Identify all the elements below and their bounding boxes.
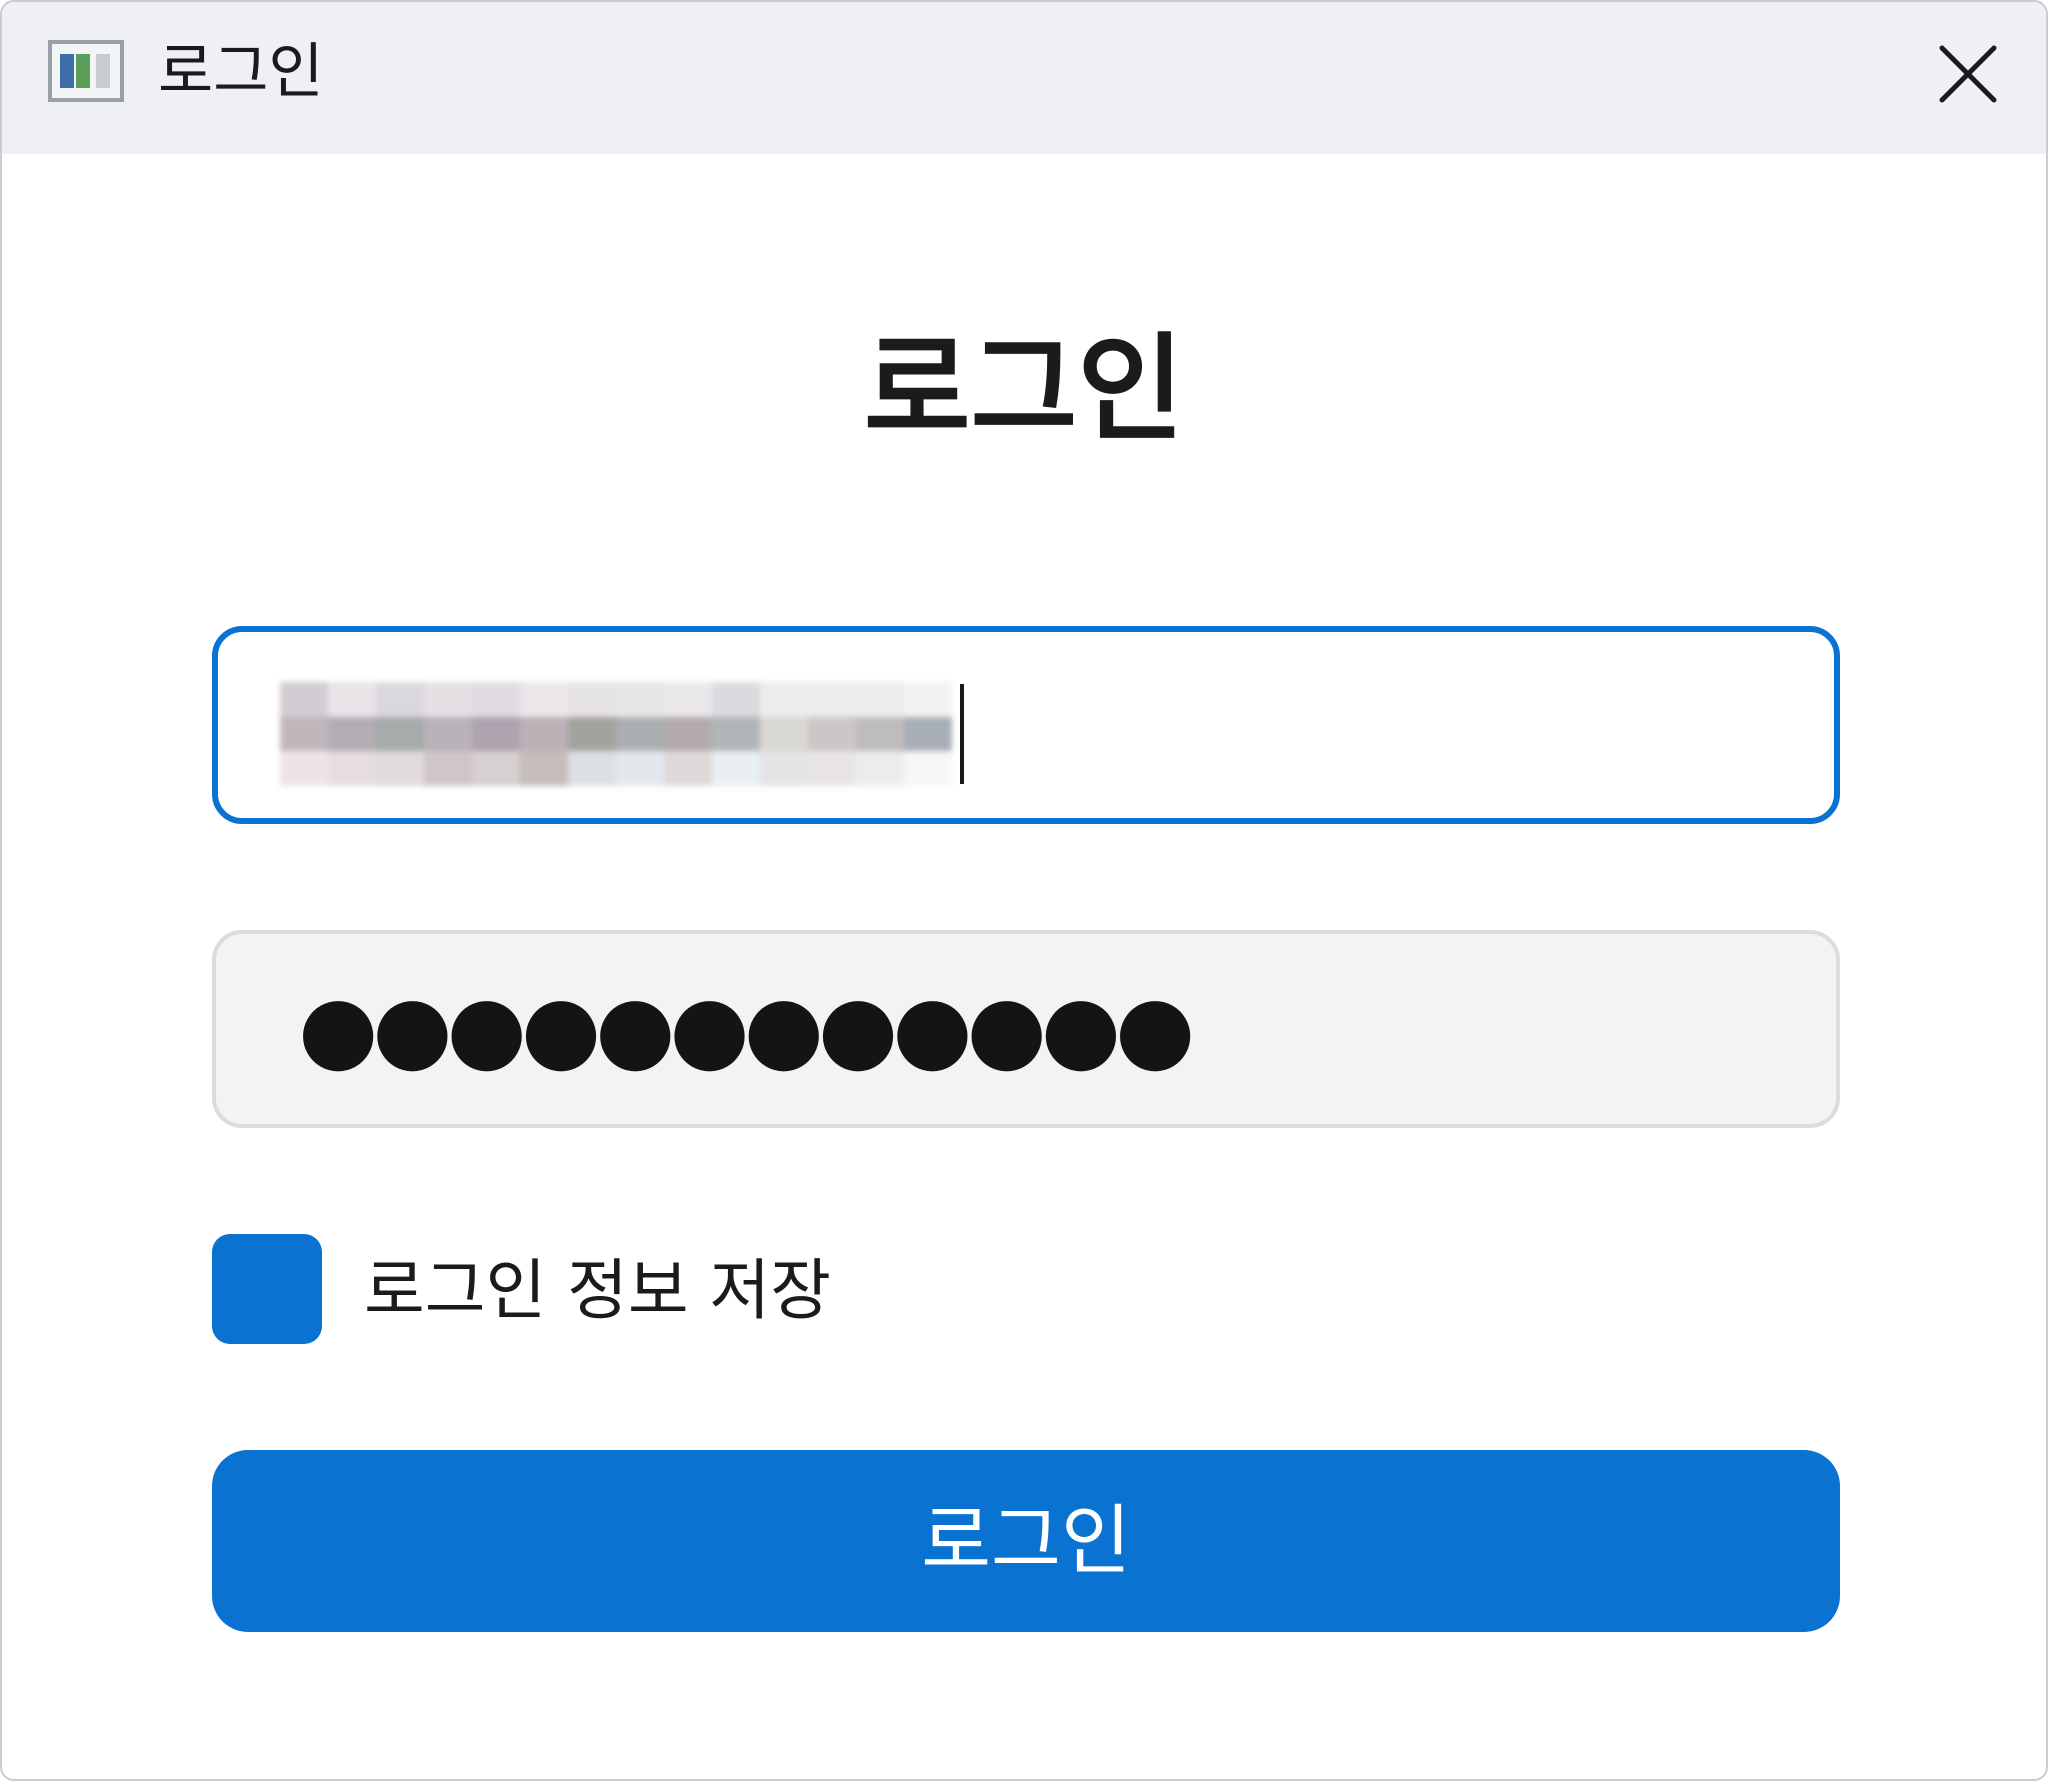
text-caret (960, 684, 964, 784)
email-input[interactable] (212, 626, 1840, 824)
close-button[interactable] (1928, 34, 2008, 114)
password-masked-value: ●●●●●●●●●●●● (298, 975, 1195, 1082)
remember-login-checkbox[interactable] (212, 1234, 322, 1344)
password-input[interactable]: ●●●●●●●●●●●● (212, 930, 1840, 1128)
page-title: 로그인 (863, 322, 1185, 457)
email-value-redacted (280, 682, 952, 786)
remember-login-label[interactable]: 로그인 정보 저장 (364, 1246, 831, 1336)
title-bar[interactable]: 로그인 (2, 2, 2046, 154)
login-button[interactable]: 로그인 (212, 1450, 1840, 1632)
login-window: 로그인 로그인 ●●●●●●●●●●●● 로그인 정보 저장 로그인 (0, 0, 2048, 1781)
window-title: 로그인 (158, 37, 324, 107)
app-window-icon (48, 40, 124, 102)
close-icon (1939, 45, 1997, 103)
